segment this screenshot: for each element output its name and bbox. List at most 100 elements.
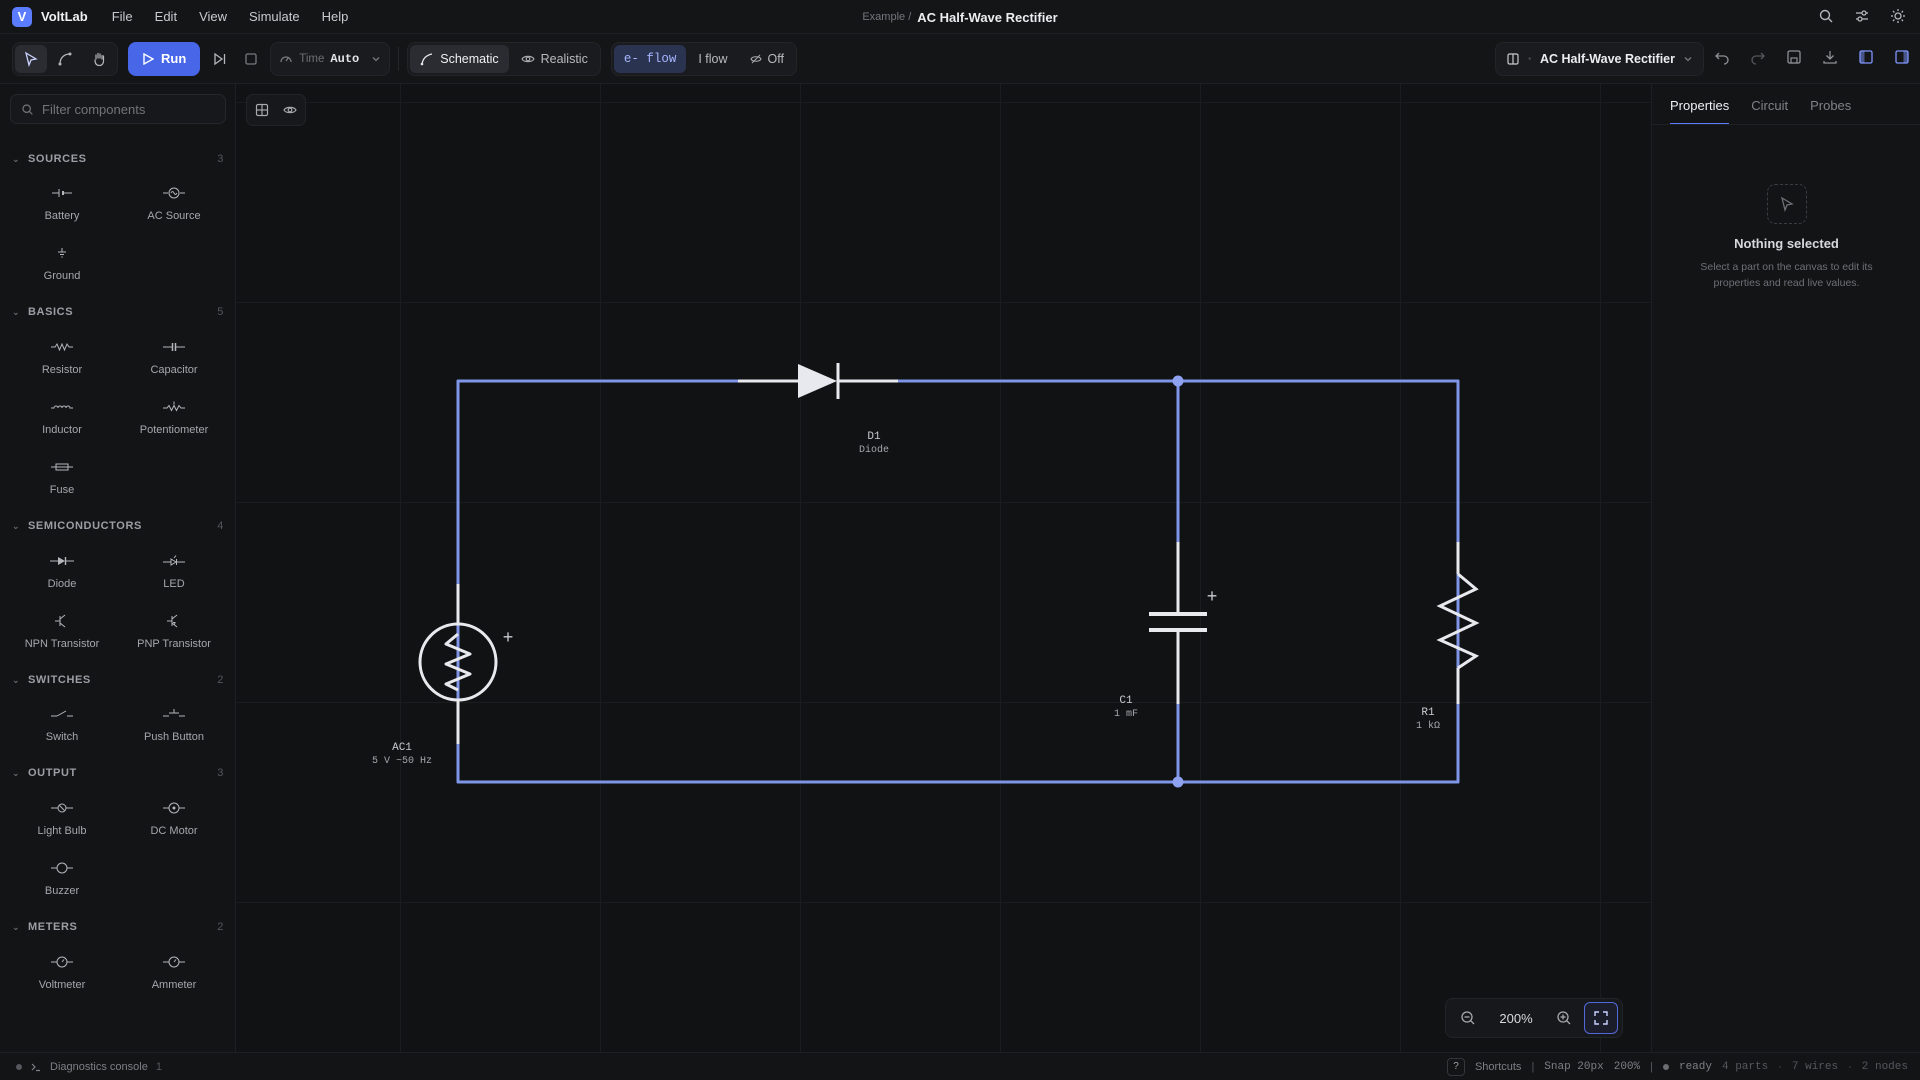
- component-capacitor[interactable]: Capacitor: [118, 338, 230, 384]
- component-switch[interactable]: Switch: [6, 705, 118, 751]
- junction-node[interactable]: [1172, 375, 1184, 387]
- menu-help[interactable]: Help: [322, 9, 349, 24]
- wire-tool-button[interactable]: [49, 45, 81, 73]
- cursor-icon: [24, 51, 38, 67]
- fit-to-screen-button[interactable]: [1584, 1002, 1618, 1034]
- filter-box[interactable]: [10, 94, 226, 124]
- category-title: METERS: [28, 921, 78, 933]
- circuit-select[interactable]: · AC Half-Wave Rectifier: [1494, 42, 1704, 76]
- menu-simulate[interactable]: Simulate: [249, 9, 300, 24]
- right-panel-toggle-icon[interactable]: [1894, 49, 1910, 65]
- category-sources[interactable]: ⌄ SOURCES 3: [12, 151, 226, 167]
- component-buzzer[interactable]: Buzzer: [6, 859, 118, 905]
- circuit-select-dot: ·: [1527, 52, 1532, 66]
- pnp-transistor-icon: [162, 612, 186, 630]
- sliders-icon[interactable]: [1854, 8, 1870, 24]
- schematic-canvas[interactable]: D1 Diode C1 1 mF + R1 1 kΩ AC1 5 V ~50 H…: [236, 84, 1651, 1052]
- menu-edit[interactable]: Edit: [155, 9, 177, 24]
- component-push-button[interactable]: Push Button: [118, 705, 230, 751]
- diagnostics-console-toggle[interactable]: Diagnostics console 1: [16, 1061, 162, 1073]
- current-flow-button[interactable]: I flow: [688, 45, 737, 73]
- component-npn-transistor[interactable]: NPN Transistor: [6, 612, 118, 658]
- resistor-icon: [50, 338, 74, 356]
- menu-view[interactable]: View: [199, 9, 227, 24]
- shortcuts-label[interactable]: Shortcuts: [1475, 1061, 1521, 1073]
- pen-curve-icon: [420, 52, 433, 65]
- view-mode-toggle: Schematic Realistic: [407, 41, 601, 76]
- junction-node[interactable]: [1172, 776, 1184, 788]
- category-output[interactable]: ⌄ OUTPUT 3: [12, 765, 226, 781]
- category-switches[interactable]: ⌄ SWITCHES 2: [12, 672, 226, 688]
- snap-value: Snap 20px: [1544, 1060, 1604, 1073]
- left-panel-toggle-icon[interactable]: [1858, 49, 1874, 65]
- component-battery[interactable]: Battery: [6, 184, 118, 230]
- component-ac-source[interactable]: AC Source: [118, 184, 230, 230]
- chevron-down-icon: ⌄: [12, 767, 21, 778]
- select-tool-button[interactable]: [15, 44, 47, 73]
- tab-circuit[interactable]: Circuit: [1751, 98, 1788, 125]
- component-ammeter[interactable]: Ammeter: [118, 953, 230, 999]
- led-icon: [162, 552, 186, 570]
- tab-probes[interactable]: Probes: [1810, 98, 1851, 125]
- category-title: OUTPUT: [28, 767, 77, 779]
- terminal-icon: [31, 1063, 40, 1071]
- save-icon[interactable]: [1786, 49, 1802, 65]
- diode-d1[interactable]: [798, 363, 840, 399]
- component-label: DC Motor: [150, 825, 198, 837]
- status-zoom: 200%: [1613, 1060, 1641, 1073]
- wire-icon: [58, 52, 72, 65]
- tab-properties[interactable]: Properties: [1670, 98, 1730, 125]
- run-button[interactable]: Run: [128, 41, 201, 76]
- component-diode[interactable]: Diode: [6, 552, 118, 598]
- diode-type-label: Diode: [859, 444, 889, 456]
- category-meters[interactable]: ⌄ METERS 2: [12, 919, 226, 935]
- zoom-in-button[interactable]: [1548, 1004, 1580, 1032]
- component-ground[interactable]: Ground: [6, 244, 118, 290]
- sun-icon[interactable]: [1890, 8, 1906, 24]
- capacitor-polarity-mark: +: [1207, 588, 1218, 608]
- component-label: Inductor: [42, 424, 82, 436]
- zoom-in-icon: [1557, 1011, 1571, 1025]
- console-count: 1: [155, 1060, 162, 1073]
- component-potentiometer[interactable]: Potentiometer: [118, 398, 230, 444]
- dc-motor-icon: [162, 799, 186, 817]
- component-voltmeter[interactable]: Voltmeter: [6, 953, 118, 999]
- component-inductor[interactable]: Inductor: [6, 398, 118, 444]
- category-title: SWITCHES: [28, 674, 91, 686]
- step-button[interactable]: [204, 45, 236, 73]
- time-select[interactable]: Time Auto: [270, 41, 391, 76]
- component-led[interactable]: LED: [118, 552, 230, 598]
- search-icon: [22, 103, 33, 115]
- circuit-name: AC Half-Wave Rectifier: [1540, 52, 1675, 66]
- circuit-diagram: D1 Diode C1 1 mF + R1 1 kΩ AC1 5 V ~50 H…: [372, 363, 1480, 788]
- category-basics[interactable]: ⌄ BASICS 5: [12, 304, 226, 320]
- component-resistor[interactable]: Resistor: [6, 338, 118, 384]
- schematic-view-button[interactable]: Schematic: [410, 44, 509, 73]
- pan-tool-button[interactable]: [83, 45, 115, 73]
- component-pnp-transistor[interactable]: PNP Transistor: [118, 612, 230, 658]
- component-fuse[interactable]: Fuse: [6, 458, 118, 504]
- category-semiconductors[interactable]: ⌄ SEMICONDUCTORS 4: [12, 518, 226, 534]
- download-icon[interactable]: [1822, 49, 1838, 65]
- component-label: Buzzer: [44, 885, 80, 897]
- electron-flow-button[interactable]: e- flow: [613, 44, 687, 73]
- menu-file[interactable]: File: [112, 9, 133, 24]
- realistic-view-button[interactable]: Realistic: [511, 45, 598, 73]
- redo-icon[interactable]: [1750, 49, 1766, 65]
- shortcuts-key[interactable]: ?: [1446, 1057, 1465, 1076]
- source-value-label: 5 V ~50 Hz: [372, 756, 432, 767]
- search-icon[interactable]: [1818, 8, 1834, 24]
- flow-off-button[interactable]: Off: [740, 45, 794, 73]
- parts-count: 4 parts: [1722, 1060, 1769, 1073]
- undo-icon[interactable]: [1714, 49, 1730, 65]
- component-dc-motor[interactable]: DC Motor: [118, 799, 230, 845]
- empty-state-title: Nothing selected: [1734, 236, 1839, 251]
- zoom-out-button[interactable]: [1452, 1004, 1484, 1032]
- status-state: ready: [1678, 1060, 1712, 1073]
- component-label: Capacitor: [150, 364, 198, 376]
- stop-button[interactable]: [236, 45, 266, 73]
- filter-components-input[interactable]: [42, 101, 212, 117]
- light-bulb-icon: [50, 799, 74, 817]
- component-light-bulb[interactable]: Light Bulb: [6, 799, 118, 845]
- capacitor-c1[interactable]: [1149, 612, 1207, 632]
